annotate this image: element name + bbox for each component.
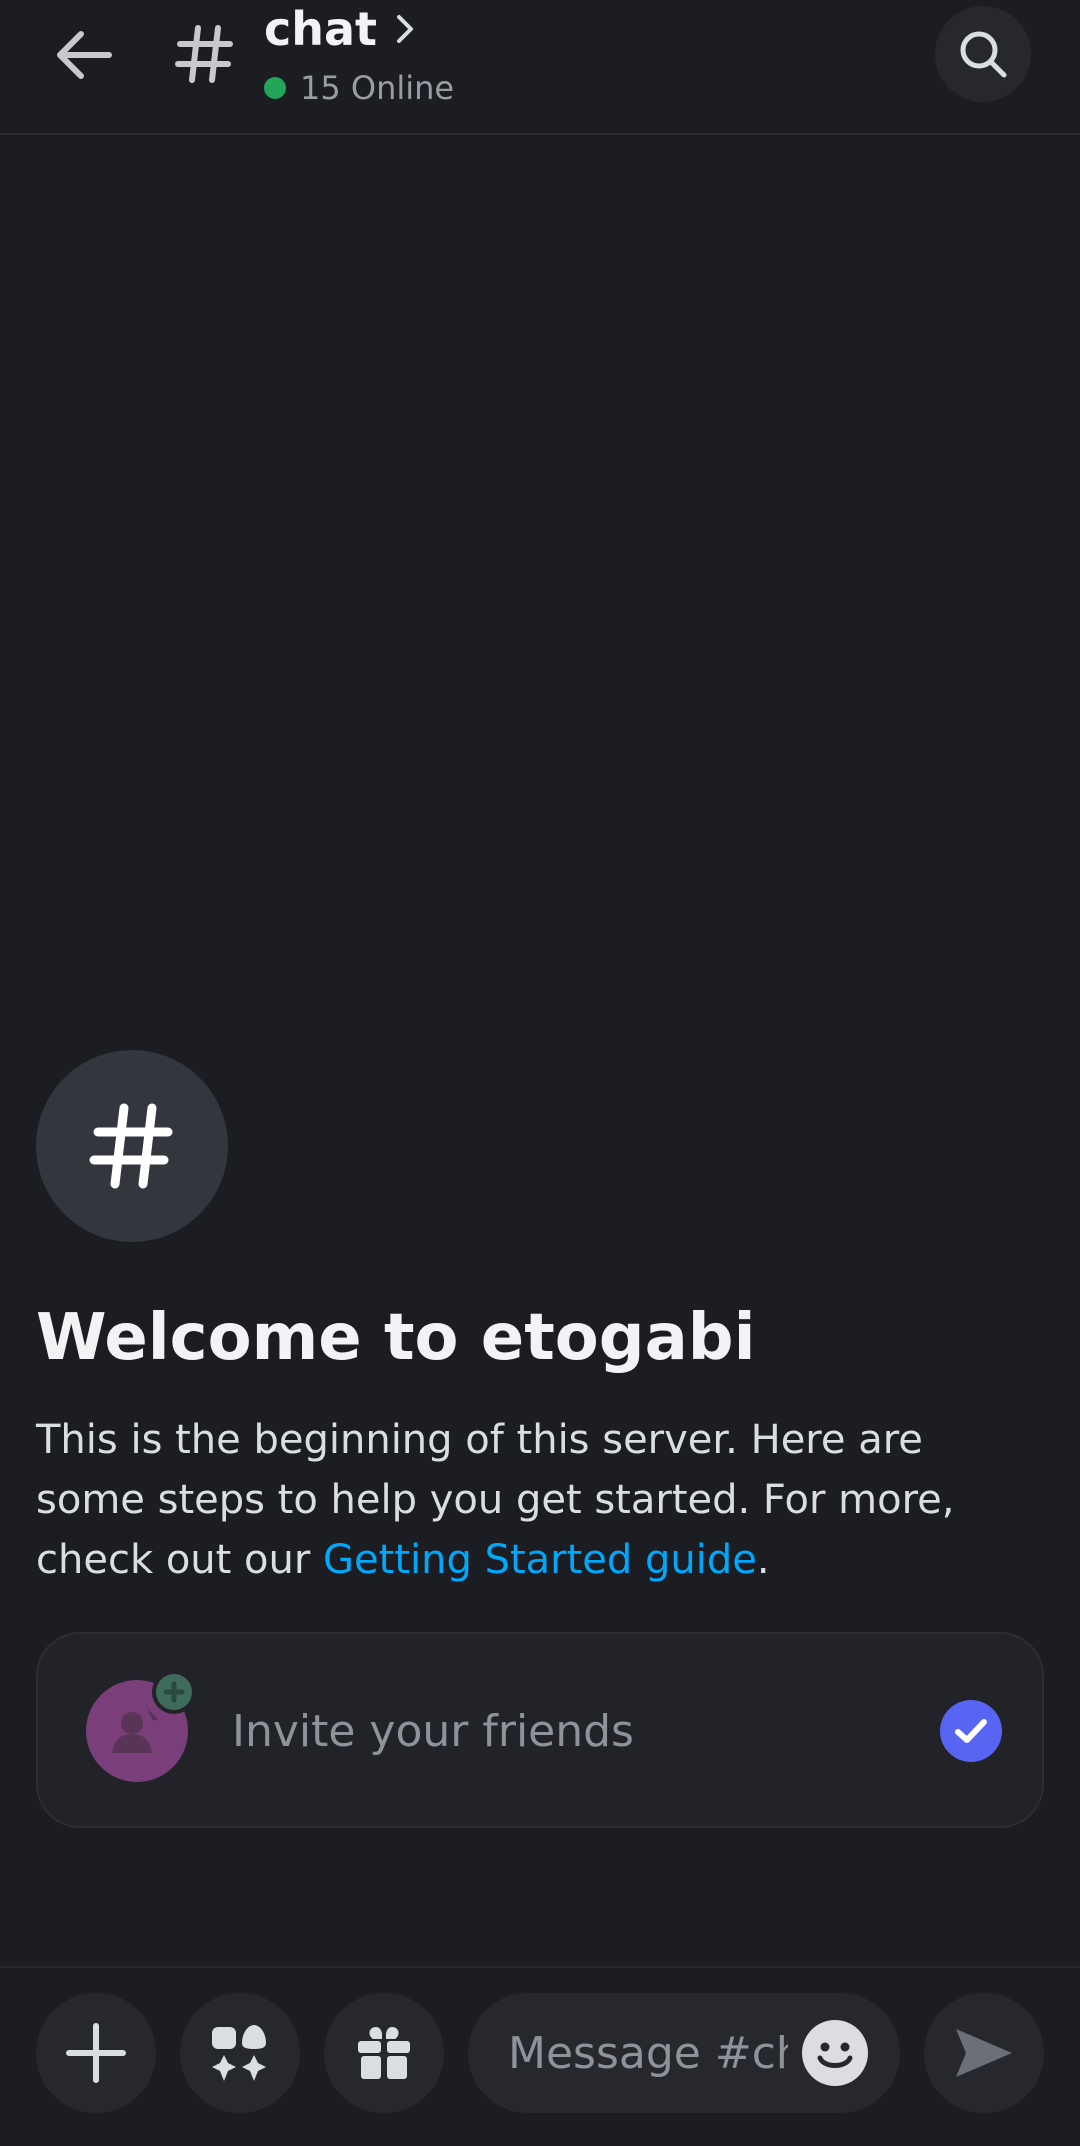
channel-title: chat <box>264 2 378 56</box>
apps-button[interactable] <box>180 1993 300 2113</box>
hash-icon <box>168 18 240 90</box>
checkmark-icon <box>940 1700 1002 1762</box>
chevron-right-icon <box>395 13 419 45</box>
arrow-left-icon <box>57 31 112 79</box>
composer-divider <box>0 1966 1080 1968</box>
plus-badge-icon <box>152 1670 196 1714</box>
add-attachment-button[interactable] <box>36 1993 156 2113</box>
emoji-button[interactable] <box>802 2020 868 2086</box>
search-icon <box>960 31 1007 78</box>
welcome-body-end: . <box>756 1537 770 1583</box>
welcome-title: Welcome to etogabi <box>36 1301 756 1375</box>
welcome-description: This is the beginning of this server. He… <box>36 1410 1036 1590</box>
online-dot-icon <box>264 77 286 99</box>
search-button[interactable] <box>935 6 1031 102</box>
invite-friends-label: Invite your friends <box>232 1706 634 1757</box>
back-button[interactable] <box>44 20 124 90</box>
message-composer[interactable] <box>468 1993 900 2113</box>
gift-icon <box>358 2027 410 2079</box>
send-button[interactable] <box>924 1993 1044 2113</box>
online-count: 15 Online <box>300 69 455 107</box>
invite-friends-card[interactable]: Invite your friends <box>36 1632 1044 1828</box>
message-input[interactable] <box>508 2023 788 2083</box>
plus-icon <box>66 2023 126 2083</box>
online-status: 15 Online <box>264 68 454 108</box>
channel-title-button[interactable]: chat <box>264 0 419 58</box>
channel-header: chat 15 Online <box>0 0 1080 135</box>
channel-hash-avatar <box>36 1050 228 1242</box>
emoji-icon <box>817 2042 853 2068</box>
hash-icon <box>89 1103 173 1189</box>
gift-button[interactable] <box>324 1993 444 2113</box>
getting-started-guide-link[interactable]: Getting Started guide <box>323 1537 757 1583</box>
send-icon <box>956 2029 1012 2077</box>
apps-icon <box>212 2025 266 2081</box>
